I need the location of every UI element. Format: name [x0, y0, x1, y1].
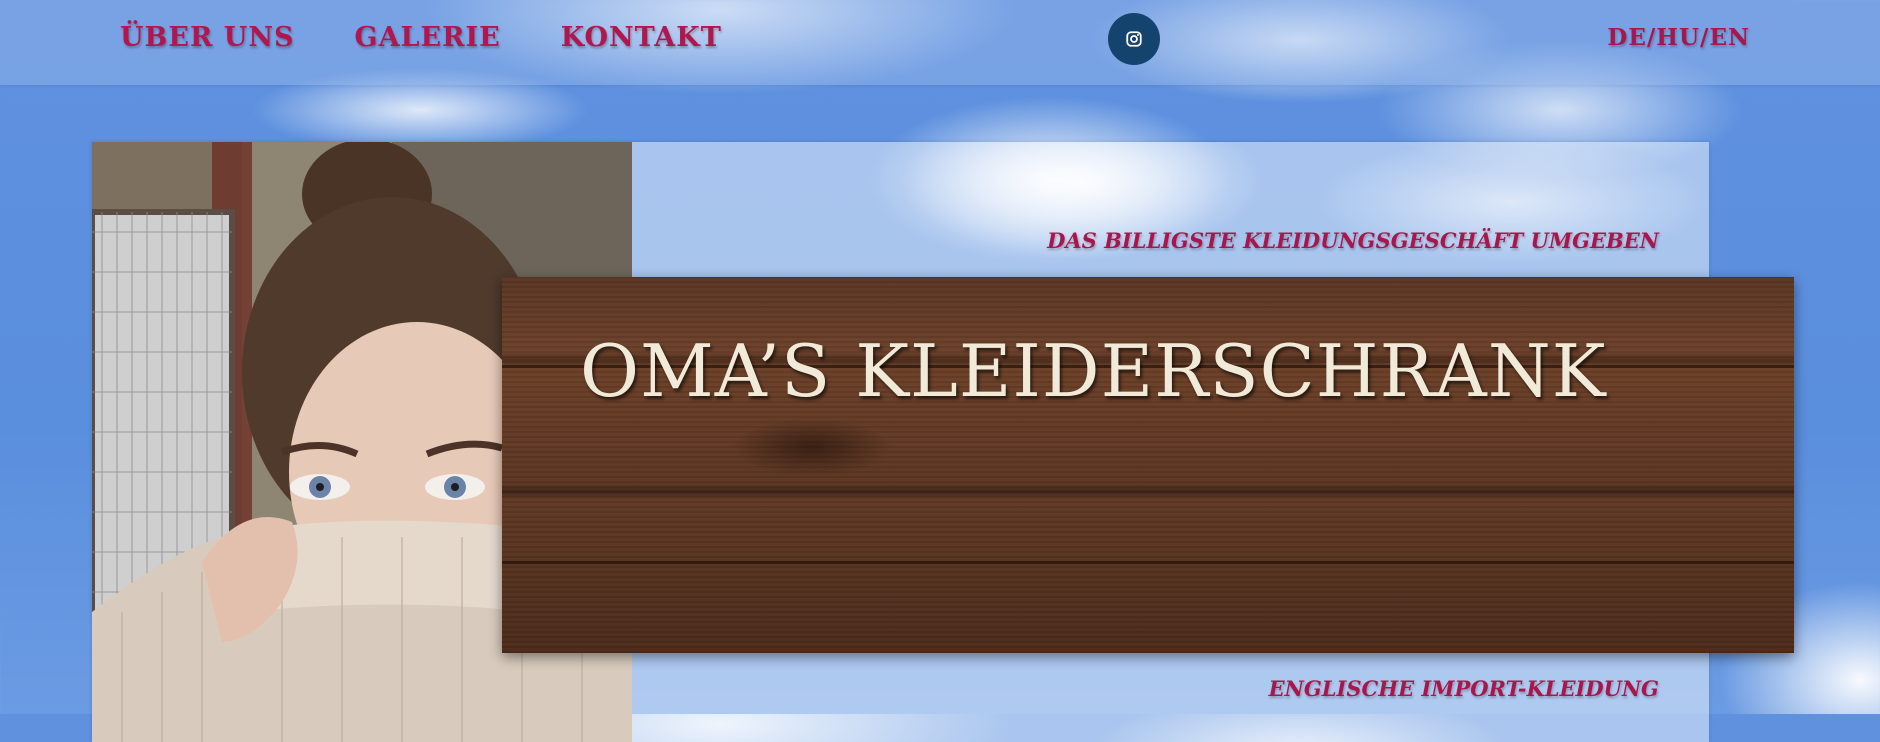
main-nav: ÜBER UNS GALERIE KONTAKT — [120, 22, 722, 53]
instagram-button[interactable] — [1108, 13, 1160, 65]
top-navigation-bar: ÜBER UNS GALERIE KONTAKT DE/HU/EN — [0, 0, 1880, 85]
wood-sign-board: OMA’S KLEIDERSCHRANK — [502, 277, 1794, 653]
nav-link-kontakt[interactable]: KONTAKT — [561, 22, 722, 53]
language-switcher[interactable]: DE/HU/EN — [1607, 24, 1750, 51]
wood-seam — [502, 561, 1794, 564]
brand-title: OMA’S KLEIDERSCHRANK — [580, 329, 1607, 413]
hero-tagline-top: DAS BILLIGSTE KLEIDUNGSGESCHÄFT UMGEBEN — [1047, 228, 1659, 253]
nav-link-galerie[interactable]: GALERIE — [355, 22, 501, 53]
cloud-glow — [632, 142, 1709, 282]
hero-tagline-bottom: ENGLISCHE IMPORT-KLEIDUNG — [1268, 676, 1659, 701]
nav-link-ueber-uns[interactable]: ÜBER UNS — [120, 22, 295, 53]
instagram-icon — [1126, 31, 1142, 47]
wood-knot — [732, 417, 892, 477]
